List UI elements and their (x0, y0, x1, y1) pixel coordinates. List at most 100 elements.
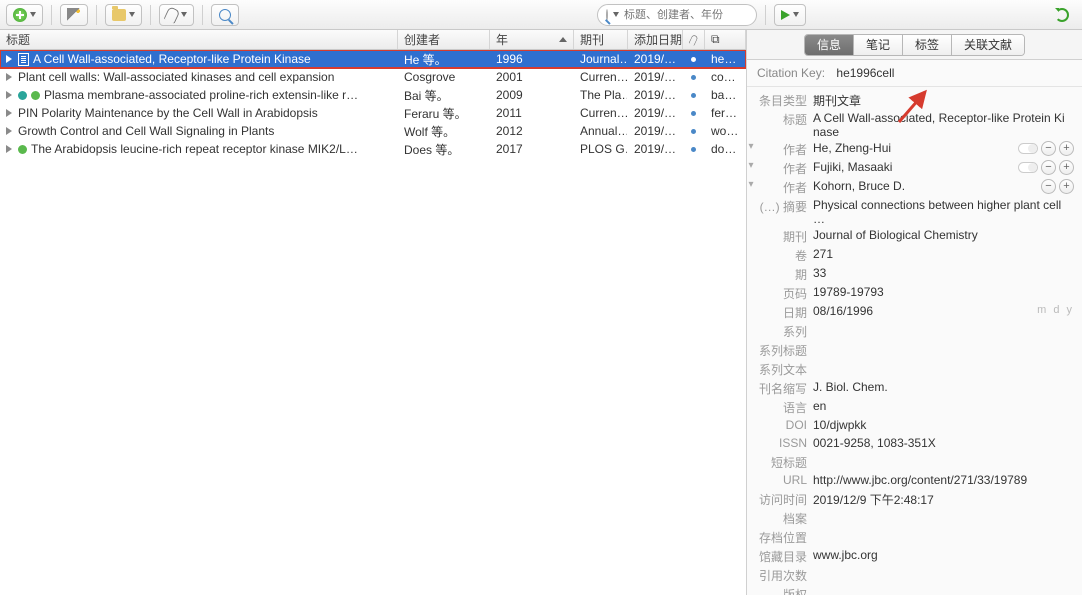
twisty-icon[interactable]: ▾ (747, 160, 755, 171)
row-extra: ba… (705, 88, 746, 102)
toggle-pill[interactable] (1018, 143, 1038, 154)
add-button[interactable]: + (1059, 179, 1074, 194)
meta-row: ▾作者He, Zheng-Hui−+ (747, 140, 1074, 159)
meta-value[interactable]: 2019/12/9 下午2:48:17 (813, 491, 1074, 508)
tab-info[interactable]: 信息 (805, 35, 854, 55)
row-extra: he… (705, 52, 746, 66)
meta-value[interactable]: 08/16/1996 (813, 304, 1037, 318)
row-added: 2019/… (628, 142, 683, 156)
meta-value[interactable]: 期刊文章 (813, 92, 1074, 109)
remove-button[interactable]: − (1041, 179, 1056, 194)
tab-segment: 信息 笔记 标签 关联文献 (804, 34, 1025, 56)
citation-key-value[interactable]: he1996cell (836, 66, 894, 80)
meta-value[interactable]: www.jbc.org (813, 548, 1074, 562)
meta-value[interactable]: Journal of Biological Chemistry (813, 228, 1074, 242)
col-title[interactable]: 标题 (0, 30, 398, 49)
tab-tags[interactable]: 标签 (903, 35, 952, 55)
search-input[interactable] (624, 9, 766, 21)
row-added: 2019/… (628, 70, 683, 84)
new-item-button[interactable] (6, 4, 43, 26)
meta-label: 档案 (757, 510, 813, 527)
row-extra: do… (705, 142, 746, 156)
twisty-icon[interactable]: ▾ (747, 179, 755, 190)
table-row[interactable]: Plant cell walls: Wall-associated kinase… (0, 68, 746, 86)
locate-button[interactable] (774, 4, 806, 26)
meta-label: 系列 (757, 323, 813, 340)
meta-value[interactable]: He, Zheng-Hui (813, 141, 1018, 155)
meta-value[interactable]: A Cell Wall-associated, Receptor-like Pr… (813, 111, 1074, 139)
row-creator: Bai 等。 (398, 87, 490, 104)
tab-notes[interactable]: 笔记 (854, 35, 903, 55)
refresh-icon (1055, 8, 1069, 22)
separator (96, 5, 97, 25)
remove-button[interactable]: − (1041, 160, 1056, 175)
row-year: 2012 (490, 124, 574, 138)
twisty-icon[interactable] (6, 73, 12, 81)
add-button[interactable]: + (1059, 141, 1074, 156)
arrow-right-icon (781, 10, 790, 20)
attachment-dot-icon (691, 147, 696, 152)
meta-value[interactable]: J. Biol. Chem. (813, 380, 1074, 394)
meta-value[interactable]: 10/djwpkk (813, 418, 1074, 432)
row-extra: wo… (705, 124, 746, 138)
caret-icon (613, 12, 619, 17)
meta-value[interactable]: 19789-19793 (813, 285, 1074, 299)
tab-related[interactable]: 关联文献 (952, 35, 1024, 55)
meta-row: URLhttp://www.jbc.org/content/271/33/197… (747, 472, 1074, 490)
caret-icon (181, 12, 187, 17)
twisty-icon[interactable] (6, 109, 12, 117)
row-journal: PLOS G… (574, 142, 628, 156)
meta-label: 刊名缩写 (757, 380, 813, 397)
meta-value[interactable]: Kohorn, Bruce D. (813, 179, 1041, 193)
row-creator: Cosgrove (398, 70, 490, 84)
table-row[interactable]: Growth Control and Cell Wall Signaling i… (0, 122, 746, 140)
col-extra[interactable]: ⧉ (705, 30, 746, 49)
row-attachment (683, 75, 705, 80)
meta-value[interactable]: http://www.jbc.org/content/271/33/19789 (813, 473, 1074, 487)
meta-label: 语言 (757, 399, 813, 416)
meta-value[interactable]: 271 (813, 247, 1074, 261)
meta-value[interactable]: 0021-9258, 1083-351X (813, 436, 1074, 450)
row-title: Plasma membrane-associated proline-rich … (44, 88, 358, 102)
meta-value[interactable]: Fujiki, Masaaki (813, 160, 1018, 174)
col-creator[interactable]: 创建者 (398, 30, 490, 49)
twisty-icon[interactable] (6, 145, 12, 153)
new-collection-button[interactable] (105, 4, 142, 26)
table-row[interactable]: PIN Polarity Maintenance by the Cell Wal… (0, 104, 746, 122)
separator (150, 5, 151, 25)
wand-button[interactable] (60, 4, 88, 26)
caret-icon (793, 12, 799, 17)
meta-label: 馆藏目录 (757, 548, 813, 565)
sync-button[interactable] (1048, 4, 1076, 26)
meta-controls: −+ (1018, 141, 1074, 156)
toggle-pill[interactable] (1018, 162, 1038, 173)
metadata-list: 条目类型期刊文章标题A Cell Wall-associated, Recept… (747, 87, 1082, 595)
table-row[interactable]: Plasma membrane-associated proline-rich … (0, 86, 746, 104)
twisty-icon[interactable] (6, 55, 12, 63)
twisty-icon[interactable]: ▾ (747, 141, 755, 152)
caret-icon (129, 12, 135, 17)
attach-button[interactable] (159, 4, 194, 26)
table-row[interactable]: A Cell Wall-associated, Receptor-like Pr… (0, 50, 746, 68)
col-attachment[interactable] (683, 30, 705, 49)
paperclip-icon (689, 34, 699, 46)
advanced-search-button[interactable] (211, 4, 239, 26)
meta-value[interactable]: Physical connections between higher plan… (813, 198, 1074, 226)
row-creator: Does 等。 (398, 141, 490, 158)
row-attachment (683, 129, 705, 134)
remove-button[interactable]: − (1041, 141, 1056, 156)
meta-label: 期 (757, 266, 813, 283)
meta-value[interactable]: 33 (813, 266, 1074, 280)
add-button[interactable]: + (1059, 160, 1074, 175)
col-added[interactable]: 添加日期 (628, 30, 683, 49)
table-row[interactable]: The Arabidopsis leucine-rich repeat rece… (0, 140, 746, 158)
meta-label: 标题 (757, 111, 813, 128)
meta-value[interactable]: en (813, 399, 1074, 413)
meta-label: 访问时间 (757, 491, 813, 508)
search-field[interactable] (597, 4, 757, 26)
row-year: 1996 (490, 52, 574, 66)
col-journal[interactable]: 期刊 (574, 30, 628, 49)
col-year[interactable]: 年 (490, 30, 574, 49)
twisty-icon[interactable] (6, 127, 12, 135)
twisty-icon[interactable] (6, 91, 12, 99)
